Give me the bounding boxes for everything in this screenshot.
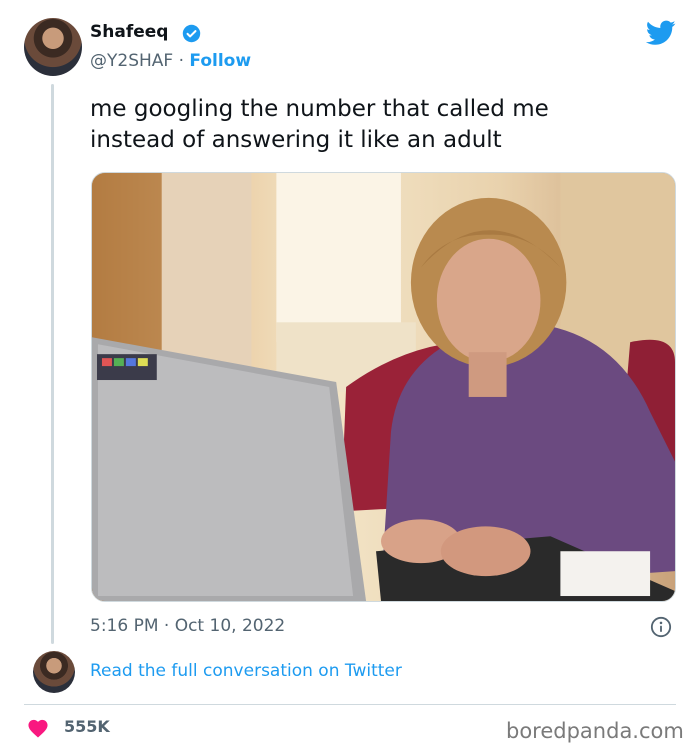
info-icon[interactable] (650, 616, 672, 638)
handle-separator: · (173, 51, 190, 71)
author-avatar[interactable] (24, 18, 82, 76)
tweet-photo[interactable] (91, 172, 676, 602)
heart-icon[interactable] (27, 718, 49, 738)
like-count: 555K (64, 717, 110, 736)
author-name[interactable]: Shafeeq (90, 22, 168, 42)
tweet-timestamp[interactable]: 5:16 PM · Oct 10, 2022 (90, 616, 285, 636)
follow-button[interactable]: Follow (189, 51, 251, 71)
author-handle[interactable]: @Y2SHAF (90, 51, 173, 71)
author-handle-row: @Y2SHAF · Follow (90, 51, 251, 71)
tweet-text: me googling the number that called me in… (90, 96, 549, 153)
conversation-avatar[interactable] (33, 651, 75, 693)
twitter-bird-icon[interactable] (646, 20, 676, 46)
verified-badge-icon (182, 24, 201, 43)
read-conversation-link[interactable]: Read the full conversation on Twitter (90, 661, 402, 681)
footer-divider (24, 704, 676, 705)
thread-line (51, 84, 54, 644)
watermark: boredpanda.com (506, 719, 684, 743)
photo-illustration (92, 173, 675, 601)
